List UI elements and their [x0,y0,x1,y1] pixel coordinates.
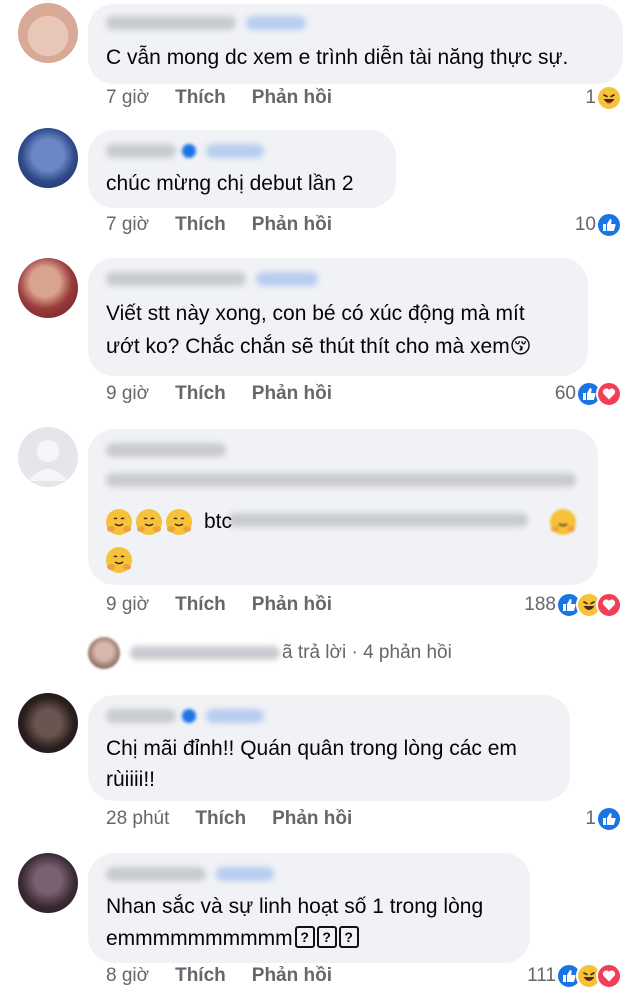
comment-text-line-1: Chị mãi đỉnh!! Quán quân trong lòng các … [106,737,517,760]
like-reaction-icon [596,806,622,832]
replier-name-blurred [130,646,280,660]
comment-text-line-2: ướt ko? Chắc chắn sẽ thút thít cho mà xe… [106,335,532,358]
missing-glyph-box: ? [294,926,315,949]
author-name-blurred[interactable] [106,12,306,34]
like-button[interactable]: Thích [175,214,226,236]
comment-time[interactable]: 9 giờ [106,594,149,616]
comment-time[interactable]: 9 giờ [106,383,149,405]
missing-glyph-box: ? [316,926,337,949]
like-button[interactable]: Thích [175,965,226,987]
comment-bubble: btc [88,429,598,585]
comment-text: chúc mừng chị debut lần 2 [106,172,354,195]
like-button[interactable]: Thích [175,594,226,616]
reaction-count: 188 [524,594,556,615]
comment-text: C vẫn mong dc xem e trình diễn tài năng … [106,46,569,69]
comment-text: btc [204,510,233,533]
comment-bubble: C vẫn mong dc xem e trình diễn tài năng … [88,4,623,84]
hugging-face-icon [136,509,162,535]
comment-actions: 9 giờ Thích Phản hồi [106,381,358,407]
comment-bubble: Nhan sắc và sự linh hoạt số 1 trong lòng… [88,853,530,963]
reply-avatar [88,637,120,669]
avatar[interactable] [18,128,78,188]
comment-time[interactable]: 28 phút [106,808,169,830]
like-button[interactable]: Thích [175,383,226,405]
reply-button[interactable]: Phản hồi [252,383,332,405]
love-reaction-icon [596,963,622,989]
avatar[interactable] [18,258,78,318]
author-name-blurred[interactable] [106,140,264,162]
avatar[interactable] [18,427,78,487]
comment-actions: 9 giờ Thích Phản hồi [106,592,358,618]
reply-button[interactable]: Phản hồi [252,214,332,236]
comment-actions: 7 giờ Thích Phản hồi [106,212,358,238]
comment-actions: 7 giờ Thích Phản hồi [106,85,358,111]
comment-actions: 8 giờ Thích Phản hồi [106,963,358,989]
avatar[interactable] [18,853,78,913]
reaction-count: 111 [527,965,556,986]
comment-text-line-2: rùiiii!! [106,768,156,791]
reaction-summary[interactable]: 111 [527,962,622,990]
replies-summary-text: ã trả lời · 4 phản hồi [282,642,452,663]
reaction-count: 60 [554,383,576,404]
author-name-blurred[interactable] [106,863,274,885]
reaction-summary[interactable]: 10 [575,211,622,239]
comment-actions: 28 phút Thích Phản hồi [106,806,378,832]
reaction-summary[interactable]: 1 [585,84,622,112]
love-reaction-icon [596,592,622,618]
hug-emoji-row: btc [106,505,232,539]
reaction-count: 1 [585,87,596,108]
haha-reaction-icon [596,85,622,111]
comment-bubble: chúc mừng chị debut lần 2 [88,130,396,208]
comment-text-line-1: Nhan sắc và sự linh hoạt số 1 trong lòng [106,895,484,918]
comment-time[interactable]: 8 giờ [106,965,149,987]
author-name-blurred[interactable] [106,705,264,727]
author-name-blurred[interactable] [106,268,318,290]
reaction-summary[interactable]: 1 [585,805,622,833]
comment-time[interactable]: 7 giờ [106,214,149,236]
avatar[interactable] [18,3,78,63]
reply-button[interactable]: Phản hồi [252,965,332,987]
missing-glyph-box: ? [338,926,359,949]
hugging-face-icon [550,509,576,535]
default-avatar-icon [28,440,68,481]
comment-time[interactable]: 7 giờ [106,87,149,109]
view-replies-link[interactable]: ã trả lời · 4 phản hồi [88,636,452,670]
comment-bubble: Chị mãi đỉnh!! Quán quân trong lòng các … [88,695,570,801]
avatar[interactable] [18,693,78,753]
reply-button[interactable]: Phản hồi [252,87,332,109]
like-button[interactable]: Thích [195,808,246,830]
reaction-count: 10 [574,214,596,235]
reply-button[interactable]: Phản hồi [272,808,352,830]
reaction-count: 1 [585,808,596,829]
hugging-face-icon [106,509,132,535]
blurred-text-line [106,473,576,487]
reply-button[interactable]: Phản hồi [252,594,332,616]
reaction-summary[interactable]: 188 [524,591,622,619]
comment-bubble: Viết stt này xong, con bé có xúc động mà… [88,258,588,376]
blurred-text-line [228,513,528,527]
author-name-blurred[interactable] [106,439,226,461]
like-reaction-icon [596,212,622,238]
hugging-face-icon [106,547,132,573]
reaction-summary[interactable]: 60 [555,380,622,408]
hugging-face-icon [166,509,192,535]
comment-text-line-1: Viết stt này xong, con bé có xúc động mà… [106,302,525,325]
like-button[interactable]: Thích [175,87,226,109]
comment-text-word: emmmmmmmmmm [106,927,293,950]
love-reaction-icon [596,381,622,407]
comment-text-line-2: emmmmmmmmmm??? [106,923,359,954]
